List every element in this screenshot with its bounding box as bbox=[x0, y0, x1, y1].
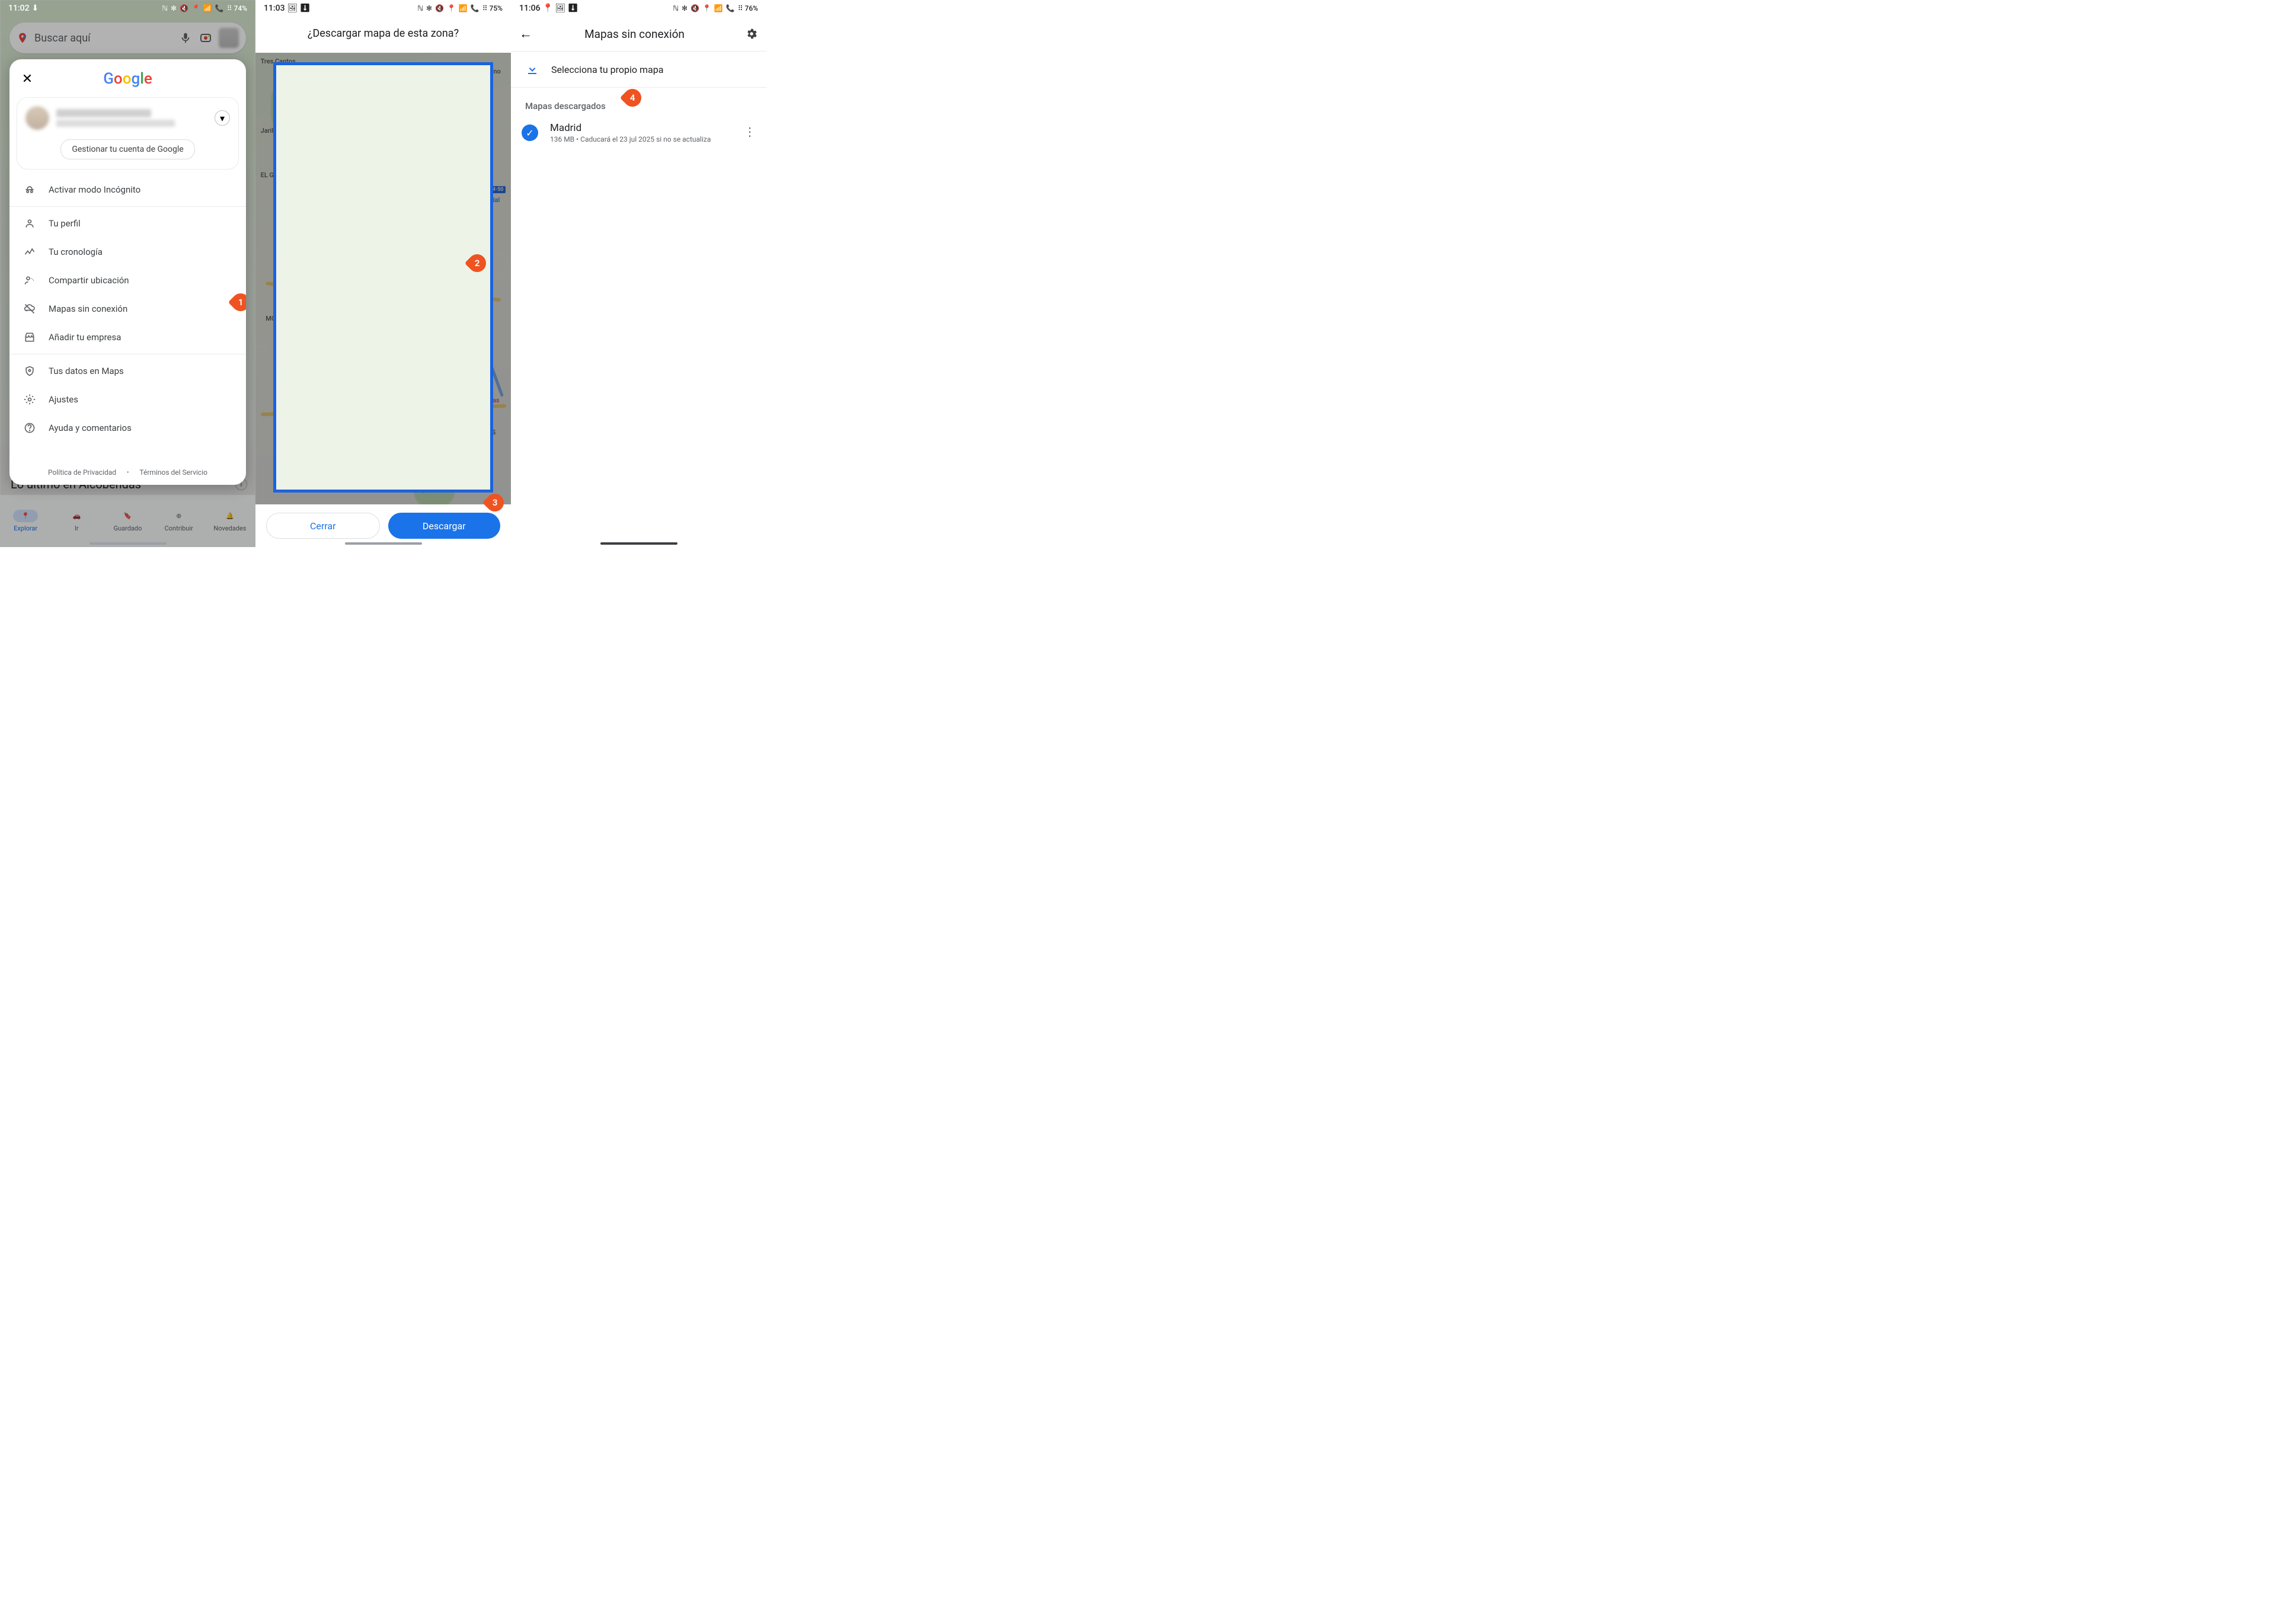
person-icon bbox=[24, 218, 36, 229]
menu-your-data[interactable]: Tus datos en Maps bbox=[9, 357, 246, 385]
map-area[interactable]: Tres Cantos Fuente el Fresno rio Parcesa… bbox=[255, 53, 511, 547]
download-icon bbox=[525, 62, 538, 76]
selection-frame[interactable] bbox=[273, 62, 493, 493]
status-glyphs: ℕ ✻ 🔇 📍 📶 📞 ⠿ bbox=[417, 4, 488, 12]
screen-download-map: 11:03 🖼 ⬇ ℕ ✻ 🔇 📍 📶 📞 ⠿ 75% ¿Descargar m… bbox=[255, 0, 511, 547]
status-time: 11:02 bbox=[8, 4, 30, 13]
account-avatar bbox=[25, 106, 49, 130]
status-glyphs: ℕ ✻ 🔇 📍 📶 📞 ⠿ bbox=[162, 4, 232, 12]
close-button[interactable]: Cerrar bbox=[266, 513, 380, 539]
status-bar: 11:06 📍 🖼 ⬇ ℕ ✻ 🔇 📍 📶 📞 ⠿ 76% bbox=[511, 0, 766, 17]
menu-share-location[interactable]: Compartir ubicación bbox=[9, 266, 246, 295]
status-notif-icon: 🖼 ⬇ bbox=[287, 4, 311, 13]
map-name: Madrid bbox=[550, 122, 711, 134]
account-card: ▾ Gestionar tu cuenta de Google bbox=[17, 97, 239, 170]
google-logo: Google bbox=[20, 70, 235, 88]
download-button[interactable]: Descargar bbox=[388, 513, 501, 539]
status-battery: 74% bbox=[234, 4, 247, 12]
status-bar: 11:02 ⬇ ℕ ✻ 🔇 📍 📶 📞 ⠿ 74% bbox=[0, 0, 255, 17]
link-privacy[interactable]: Política de Privacidad bbox=[48, 468, 116, 477]
downloaded-map-row[interactable]: ✓ Madrid 136 MB • Caducará el 23 jul 202… bbox=[511, 116, 766, 149]
share-location-icon bbox=[24, 274, 36, 286]
link-terms[interactable]: Términos del Servicio bbox=[139, 468, 207, 477]
incognito-icon bbox=[24, 184, 36, 196]
shield-icon bbox=[24, 365, 36, 377]
status-notif-icon: ⬇ bbox=[32, 4, 39, 13]
menu-list: Activar modo Incógnito Tu perfil Tu cron… bbox=[9, 170, 246, 462]
check-circle-icon: ✓ bbox=[522, 124, 538, 141]
nav-handle[interactable] bbox=[600, 542, 677, 545]
menu-incognito[interactable]: Activar modo Incógnito bbox=[9, 175, 246, 204]
account-email-redacted bbox=[56, 120, 175, 127]
page-title: Mapas sin conexión bbox=[528, 27, 741, 41]
timeline-icon bbox=[24, 246, 36, 258]
nav-handle[interactable] bbox=[345, 542, 422, 545]
storefront-icon bbox=[24, 331, 36, 343]
account-row[interactable]: ▾ bbox=[25, 106, 230, 130]
status-time: 11:06 bbox=[519, 4, 541, 13]
screen-account-menu: 11:02 ⬇ ℕ ✻ 🔇 📍 📶 📞 ⠿ 74% Buscar aquí Lo… bbox=[0, 0, 255, 547]
download-title: ¿Descargar mapa de esta zona? bbox=[255, 17, 511, 53]
sheet-footer: Política de Privacidad • Términos del Se… bbox=[9, 462, 246, 480]
nav-handle[interactable] bbox=[89, 542, 167, 545]
account-name-redacted bbox=[56, 109, 151, 117]
status-battery: 75% bbox=[490, 4, 503, 12]
menu-timeline[interactable]: Tu cronología bbox=[9, 238, 246, 266]
account-switcher-icon[interactable]: ▾ bbox=[215, 110, 230, 126]
page-header: ← Mapas sin conexión bbox=[511, 17, 766, 51]
menu-settings[interactable]: Ajustes bbox=[9, 385, 246, 414]
status-glyphs: ℕ ✻ 🔇 📍 📶 📞 ⠿ bbox=[673, 4, 743, 12]
download-actions: Cerrar Descargar bbox=[255, 504, 511, 547]
screen-offline-maps-list: 11:06 📍 🖼 ⬇ ℕ ✻ 🔇 📍 📶 📞 ⠿ 76% ← Mapas si… bbox=[511, 0, 766, 547]
menu-help[interactable]: Ayuda y comentarios bbox=[9, 414, 246, 442]
select-own-map-label: Selecciona tu propio mapa bbox=[551, 64, 663, 75]
map-meta: 136 MB • Caducará el 23 jul 2025 si no s… bbox=[550, 135, 711, 143]
settings-icon[interactable] bbox=[741, 27, 758, 40]
account-sheet: ✕ Google ▾ Gestionar tu cuenta de Google… bbox=[9, 59, 246, 485]
help-icon bbox=[24, 422, 36, 434]
status-time: 11:03 bbox=[264, 4, 285, 13]
gear-icon bbox=[24, 394, 36, 405]
more-icon[interactable]: ⋮ bbox=[744, 124, 756, 139]
menu-offline-maps[interactable]: Mapas sin conexión 1 bbox=[9, 295, 246, 323]
manage-account-button[interactable]: Gestionar tu cuenta de Google bbox=[60, 139, 194, 159]
status-notif-icon: 📍 🖼 ⬇ bbox=[543, 4, 578, 13]
menu-profile[interactable]: Tu perfil bbox=[9, 209, 246, 238]
menu-add-business[interactable]: Añadir tu empresa bbox=[9, 323, 246, 351]
select-own-map-row[interactable]: Selecciona tu propio mapa bbox=[511, 52, 766, 87]
status-bar: 11:03 🖼 ⬇ ℕ ✻ 🔇 📍 📶 📞 ⠿ 75% bbox=[255, 0, 511, 17]
cloud-off-icon bbox=[24, 303, 36, 315]
status-battery: 76% bbox=[745, 4, 758, 12]
